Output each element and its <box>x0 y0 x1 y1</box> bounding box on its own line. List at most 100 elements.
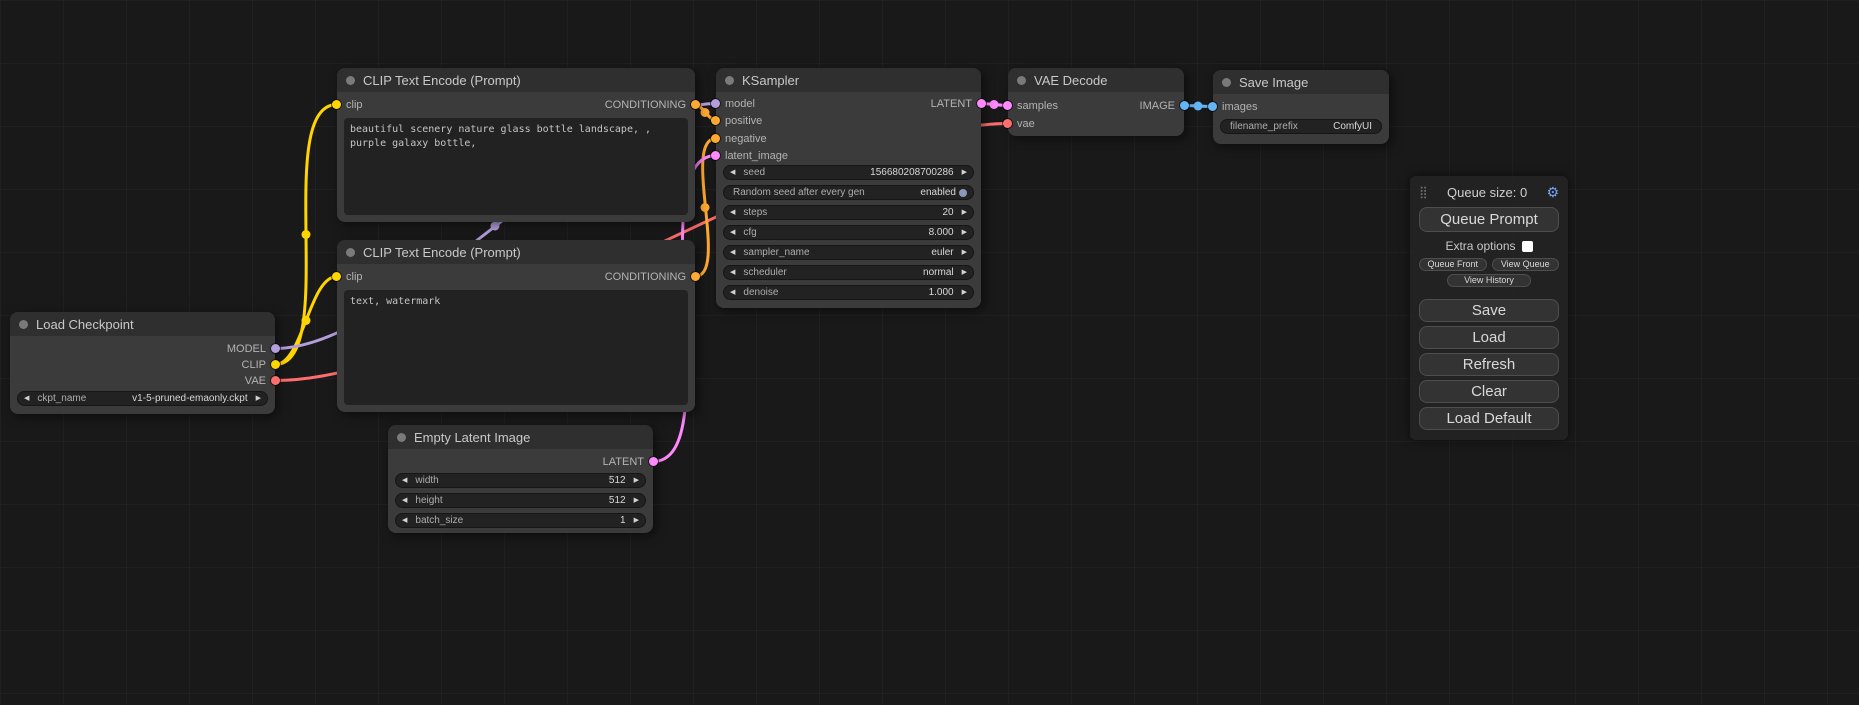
input-slot-samples[interactable]: samples <box>1003 99 1058 112</box>
arrow-right-icon[interactable]: ▶ <box>962 209 967 216</box>
input-slot-positive[interactable]: positive <box>711 114 762 127</box>
output-slot-model[interactable]: MODEL <box>227 342 280 355</box>
prompt-textarea[interactable]: text, watermark <box>344 290 688 405</box>
arrow-left-icon[interactable]: ◀ <box>730 229 735 236</box>
node-ksampler[interactable]: KSampler model positive negative latent_… <box>716 68 981 308</box>
port-dot-vae[interactable] <box>1003 119 1012 128</box>
widget-sampler-name[interactable]: ◀ sampler_name euler ▶ <box>723 245 974 260</box>
node-clip-text-encode-negative[interactable]: CLIP Text Encode (Prompt) clip CONDITION… <box>337 240 695 412</box>
widget-height[interactable]: ◀ height 512 ▶ <box>395 493 646 508</box>
clear-button[interactable]: Clear <box>1419 380 1559 403</box>
arrow-right-icon[interactable]: ▶ <box>962 289 967 296</box>
node-title-bar[interactable]: Save Image <box>1213 70 1389 94</box>
arrow-left-icon[interactable]: ◀ <box>402 517 407 524</box>
widget-scheduler[interactable]: ◀ scheduler normal ▶ <box>723 265 974 280</box>
prompt-textarea[interactable]: beautiful scenery nature glass bottle la… <box>344 118 688 215</box>
port-dot-clip[interactable] <box>271 360 280 369</box>
input-slot-negative[interactable]: negative <box>711 132 767 145</box>
node-clip-text-encode-positive[interactable]: CLIP Text Encode (Prompt) clip CONDITION… <box>337 68 695 222</box>
widget-seed[interactable]: ◀ seed 156680208700286 ▶ <box>723 165 974 180</box>
refresh-button[interactable]: Refresh <box>1419 353 1559 376</box>
arrow-left-icon[interactable]: ◀ <box>402 497 407 504</box>
arrow-right-icon[interactable]: ▶ <box>634 477 639 484</box>
widget-ckpt-name[interactable]: ◀ ckpt_name v1-5-pruned-emaonly.ckpt ▶ <box>17 391 268 406</box>
input-slot-model[interactable]: model <box>711 97 755 110</box>
port-dot-conditioning[interactable] <box>711 116 720 125</box>
widget-width[interactable]: ◀ width 512 ▶ <box>395 473 646 488</box>
collapse-dot-icon[interactable] <box>19 320 28 329</box>
node-title-bar[interactable]: CLIP Text Encode (Prompt) <box>337 240 695 264</box>
queue-front-button[interactable]: Queue Front <box>1419 258 1487 271</box>
output-slot-vae[interactable]: VAE <box>245 374 280 387</box>
collapse-dot-icon[interactable] <box>397 433 406 442</box>
widget-denoise[interactable]: ◀ denoise 1.000 ▶ <box>723 285 974 300</box>
arrow-left-icon[interactable]: ◀ <box>730 169 735 176</box>
input-slot-clip[interactable]: clip <box>332 98 363 111</box>
port-dot-image[interactable] <box>1208 102 1217 111</box>
port-dot-image[interactable] <box>1180 101 1189 110</box>
widget-filename-prefix[interactable]: filename_prefix ComfyUI <box>1220 119 1382 134</box>
port-dot-conditioning[interactable] <box>691 272 700 281</box>
node-title-bar[interactable]: Load Checkpoint <box>10 312 275 336</box>
collapse-dot-icon[interactable] <box>346 76 355 85</box>
output-slot-latent[interactable]: LATENT <box>931 97 986 110</box>
node-title-bar[interactable]: KSampler <box>716 68 981 92</box>
output-slot-image[interactable]: IMAGE <box>1140 99 1189 112</box>
toggle-dot-icon[interactable] <box>959 189 967 197</box>
node-graph-canvas[interactable]: Load Checkpoint MODEL CLIP VAE ◀ ckpt_na… <box>0 0 1859 705</box>
port-dot-latent[interactable] <box>1003 101 1012 110</box>
arrow-right-icon[interactable]: ▶ <box>256 395 261 402</box>
load-default-button[interactable]: Load Default <box>1419 407 1559 430</box>
widget-cfg[interactable]: ◀ cfg 8.000 ▶ <box>723 225 974 240</box>
output-slot-conditioning[interactable]: CONDITIONING <box>605 98 700 111</box>
arrow-right-icon[interactable]: ▶ <box>962 169 967 176</box>
collapse-dot-icon[interactable] <box>346 248 355 257</box>
arrow-left-icon[interactable]: ◀ <box>402 477 407 484</box>
arrow-left-icon[interactable]: ◀ <box>24 395 29 402</box>
port-dot-clip[interactable] <box>332 272 341 281</box>
extra-options-checkbox[interactable] <box>1522 241 1533 252</box>
queue-prompt-button[interactable]: Queue Prompt <box>1419 207 1559 232</box>
arrow-right-icon[interactable]: ▶ <box>962 249 967 256</box>
node-title-bar[interactable]: CLIP Text Encode (Prompt) <box>337 68 695 92</box>
port-dot-model[interactable] <box>271 344 280 353</box>
view-queue-button[interactable]: View Queue <box>1492 258 1560 271</box>
settings-gear-icon[interactable]: ⚙ <box>1546 184 1559 201</box>
arrow-right-icon[interactable]: ▶ <box>634 497 639 504</box>
port-dot-vae[interactable] <box>271 376 280 385</box>
collapse-dot-icon[interactable] <box>725 76 734 85</box>
output-slot-clip[interactable]: CLIP <box>242 358 280 371</box>
drag-handle-icon[interactable]: ⣿ <box>1419 185 1428 199</box>
arrow-right-icon[interactable]: ▶ <box>962 229 967 236</box>
input-slot-latent-image[interactable]: latent_image <box>711 149 788 162</box>
input-slot-clip[interactable]: clip <box>332 270 363 283</box>
arrow-left-icon[interactable]: ◀ <box>730 209 735 216</box>
node-empty-latent-image[interactable]: Empty Latent Image LATENT ◀ width 512 ▶ … <box>388 425 653 533</box>
input-slot-vae[interactable]: vae <box>1003 117 1035 130</box>
port-dot-conditioning[interactable] <box>691 100 700 109</box>
arrow-left-icon[interactable]: ◀ <box>730 289 735 296</box>
input-slot-images[interactable]: images <box>1208 100 1257 113</box>
view-history-button[interactable]: View History <box>1447 274 1531 287</box>
queue-menu-panel[interactable]: ⣿ Queue size: 0 ⚙ Queue Prompt Extra opt… <box>1410 176 1568 440</box>
arrow-right-icon[interactable]: ▶ <box>634 517 639 524</box>
load-button[interactable]: Load <box>1419 326 1559 349</box>
widget-steps[interactable]: ◀ steps 20 ▶ <box>723 205 974 220</box>
collapse-dot-icon[interactable] <box>1017 76 1026 85</box>
node-title-bar[interactable]: VAE Decode <box>1008 68 1184 92</box>
arrow-right-icon[interactable]: ▶ <box>962 269 967 276</box>
node-load-checkpoint[interactable]: Load Checkpoint MODEL CLIP VAE ◀ ckpt_na… <box>10 312 275 414</box>
port-dot-model[interactable] <box>711 99 720 108</box>
node-vae-decode[interactable]: VAE Decode samples vae IMAGE <box>1008 68 1184 136</box>
port-dot-clip[interactable] <box>332 100 341 109</box>
collapse-dot-icon[interactable] <box>1222 78 1231 87</box>
node-save-image[interactable]: Save Image images filename_prefix ComfyU… <box>1213 70 1389 144</box>
output-slot-conditioning[interactable]: CONDITIONING <box>605 270 700 283</box>
arrow-left-icon[interactable]: ◀ <box>730 249 735 256</box>
save-button[interactable]: Save <box>1419 299 1559 322</box>
node-title-bar[interactable]: Empty Latent Image <box>388 425 653 449</box>
port-dot-latent[interactable] <box>649 457 658 466</box>
arrow-left-icon[interactable]: ◀ <box>730 269 735 276</box>
widget-random-seed-toggle[interactable]: Random seed after every gen enabled <box>723 185 974 200</box>
port-dot-latent[interactable] <box>977 99 986 108</box>
